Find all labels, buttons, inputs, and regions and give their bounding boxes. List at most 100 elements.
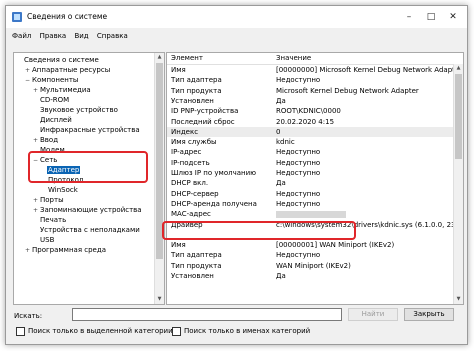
tree-item[interactable]: Сведения о системе	[17, 55, 100, 65]
tree-item-label: Инфракрасные устройства	[40, 126, 140, 134]
menu-bar: Файл Правка Вид Справка	[6, 30, 467, 43]
row-item: Тип продукта	[171, 261, 222, 270]
tree-item-label: Сведения о системе	[24, 56, 99, 64]
table-row[interactable]: DHCP-сервер Недоступно	[167, 189, 463, 199]
table-row[interactable]: MAC-адрес	[167, 209, 463, 219]
row-item: Имя службы	[171, 138, 217, 147]
row-value: Да	[276, 272, 286, 280]
table-row[interactable]: Имя [00000001] WAN Miniport (IKEv2)	[167, 240, 463, 250]
tree-item[interactable]: Инфракрасные устройства	[33, 125, 141, 135]
tree-item-label: Дисплей	[40, 116, 72, 124]
tree-item-label: Мультимедиа	[40, 86, 91, 94]
tree-item-label: CD-ROM	[40, 96, 70, 104]
row-value: kdnic	[276, 138, 295, 147]
table-row[interactable]: Тип адаптера Недоступно	[167, 75, 463, 85]
maximize-icon[interactable]: □	[420, 6, 442, 28]
tree-item[interactable]: + Аппаратные ресурсы	[25, 65, 111, 75]
row-value: [00000001] WAN Miniport (IKEv2)	[276, 241, 395, 250]
scroll-down-icon[interactable]: ▼	[454, 295, 463, 304]
table-row[interactable]: DHCP вкл. Да	[167, 178, 463, 188]
tree-item-label: Звуковое устройство	[40, 106, 118, 114]
tree-item[interactable]: Звуковое устройство	[33, 105, 119, 115]
checkbox-icon[interactable]	[16, 326, 25, 336]
table-row[interactable]: Тип продукта WAN Miniport (IKEv2)	[167, 261, 463, 271]
table-row[interactable]: Имя [00000000] Microsoft Kernel Debug Net…	[167, 65, 463, 75]
row-value: Microsoft Kernel Debug Network Adapter	[276, 86, 419, 95]
tree-item-label: WinSock	[48, 186, 78, 194]
search-selected-category-checkbox[interactable]: Поиск только в выделенной категории	[16, 326, 173, 336]
row-value: Недоступно	[276, 199, 321, 208]
table-row[interactable]: Индекс 0	[167, 126, 463, 137]
system-info-app-icon	[12, 12, 22, 22]
scroll-up-icon[interactable]: ▲	[454, 64, 463, 73]
table-row[interactable]: IP-подсеть Недоступно	[167, 158, 463, 168]
system-info-window: Сведения о системе – □ ✕ Файл Правка Вид…	[5, 5, 468, 345]
menu-edit[interactable]: Правка	[40, 30, 67, 43]
mac-address-highlight-frame	[162, 221, 356, 240]
row-item: Имя	[171, 66, 186, 74]
row-item: Имя	[171, 241, 186, 250]
tree-item[interactable]: USB	[33, 235, 55, 245]
tree-item-label: USB	[40, 236, 55, 244]
table-scrollbar[interactable]: ▲ ▼	[453, 64, 463, 304]
details-table[interactable]: Элемент Значение Имя [00000000] Microsoft…	[166, 52, 464, 305]
checkbox-icon[interactable]	[172, 326, 181, 336]
search-category-names-checkbox[interactable]: Поиск только в именах категорий	[172, 326, 310, 336]
column-item-header[interactable]: Элемент	[171, 53, 203, 64]
network-highlight-frame	[28, 151, 148, 183]
find-button[interactable]: Найти	[348, 308, 398, 321]
row-value: [00000000] Microsoft Kernel Debug Networ…	[276, 66, 463, 74]
close-icon[interactable]: ✕	[442, 6, 464, 28]
row-value: ROOT\KDNIC\0000	[276, 107, 341, 116]
table-row[interactable]: Последний сброс 20.02.2020 4:15	[167, 117, 463, 127]
tree-scrollbar[interactable]: ▲ ▼	[154, 53, 164, 304]
table-row[interactable]: Тип адаптера Недоступно	[167, 250, 463, 260]
table-row[interactable]: Шлюз IP по умолчанию Недоступно	[167, 168, 463, 178]
row-value: Недоступно	[276, 251, 321, 260]
table-scroll-thumb[interactable]	[455, 74, 462, 159]
tree-item[interactable]: Дисплей	[33, 115, 73, 125]
row-value: Недоступно	[276, 169, 321, 177]
table-row[interactable]: DHCP-аренда получена Недоступно	[167, 199, 463, 209]
tree-item-label: Порты	[40, 196, 64, 204]
scroll-down-icon[interactable]: ▼	[155, 295, 164, 304]
table-row[interactable]: Установлен Да	[167, 271, 463, 281]
tree-item[interactable]: WinSock	[41, 185, 79, 195]
row-value: 0	[276, 127, 281, 136]
row-value: Да	[276, 179, 286, 188]
close-find-button[interactable]: Закрыть	[404, 308, 454, 321]
row-value: Недоступно	[276, 158, 321, 167]
row-value: WAN Miniport (IKEv2)	[276, 261, 351, 270]
tree-item[interactable]: CD-ROM	[33, 95, 70, 105]
table-row[interactable]: IP-адрес Недоступно	[167, 147, 463, 157]
tree-item[interactable]: + Запоминающие устройства	[33, 205, 143, 215]
tree-item[interactable]: − Компоненты	[25, 75, 79, 85]
row-item: Шлюз IP по умолчанию	[171, 169, 257, 177]
checkbox-label: Поиск только в именах категорий	[184, 327, 311, 335]
row-value: Недоступно	[276, 148, 321, 157]
search-input[interactable]	[72, 308, 342, 321]
menu-view[interactable]: Вид	[74, 30, 88, 43]
menu-file[interactable]: Файл	[12, 30, 31, 43]
tree-item[interactable]: + Порты	[33, 195, 65, 205]
minimize-icon[interactable]: –	[398, 6, 420, 28]
table-row[interactable]: Тип продукта Microsoft Kernel Debug Netwo…	[167, 86, 463, 96]
table-row[interactable]: Имя службы kdnic	[167, 137, 463, 147]
tree-item[interactable]: Устройства с неполадками	[33, 225, 141, 235]
row-value: Да	[276, 96, 286, 105]
row-value: Недоступно	[276, 76, 321, 85]
tree-item-label: Аппаратные ресурсы	[32, 66, 111, 74]
table-header: Элемент Значение	[167, 53, 463, 65]
scroll-up-icon[interactable]: ▲	[155, 53, 164, 62]
tree-item[interactable]: + Ввод	[33, 135, 59, 145]
row-item: IP-адрес	[171, 148, 202, 157]
tree-item[interactable]: Печать	[33, 215, 67, 225]
column-value-header[interactable]: Значение	[276, 53, 311, 64]
row-item: ID PNP-устройства	[171, 107, 239, 116]
tree-item-label: Компоненты	[32, 76, 79, 84]
tree-item[interactable]: + Мультимедиа	[33, 85, 92, 95]
table-row[interactable]: Установлен Да	[167, 96, 463, 106]
table-row[interactable]: ID PNP-устройства ROOT\KDNIC\0000	[167, 106, 463, 116]
tree-item[interactable]: + Программная среда	[25, 245, 107, 255]
menu-help[interactable]: Справка	[97, 30, 128, 43]
